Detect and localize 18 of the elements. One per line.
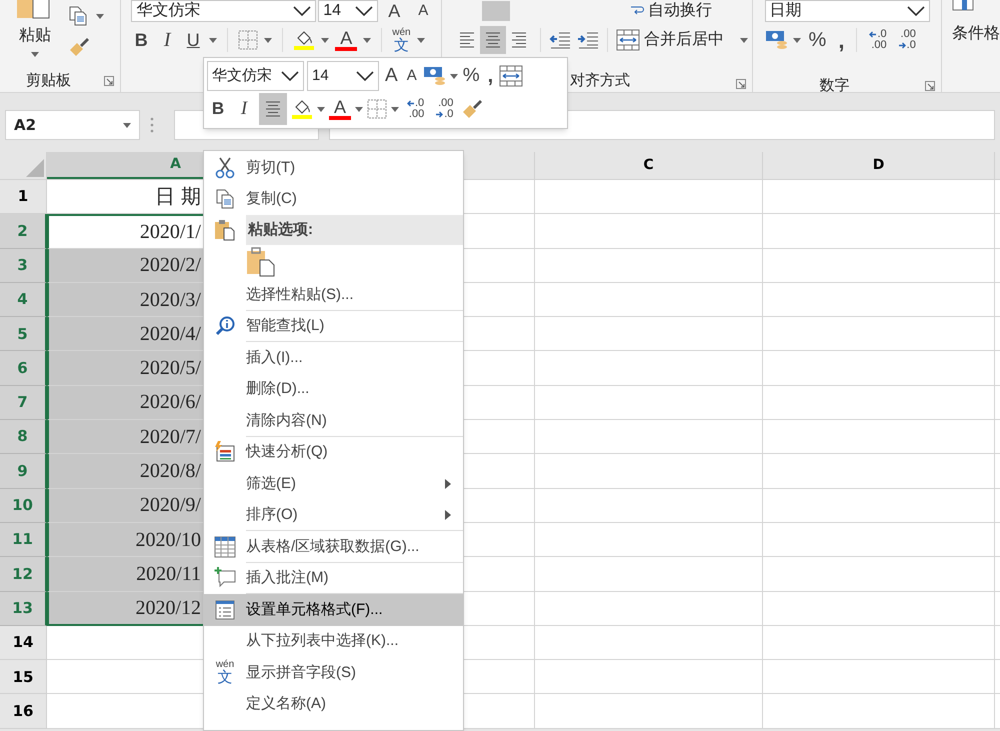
table-cell-text: 2020/7/	[138, 424, 201, 450]
table-cell-text: 2020/3/	[138, 288, 201, 313]
table-cell-text: 2020/11	[135, 562, 201, 587]
table-cell-text: 2020/6/	[138, 390, 201, 416]
phonetic-icon: wén 文	[216, 660, 234, 686]
group-label: 剪贴板	[26, 70, 71, 90]
table-cell-text: 日期	[155, 184, 207, 210]
group-label: 对齐方式	[570, 71, 630, 91]
menu-header: 粘贴选项:	[246, 215, 463, 245]
table-cell-text: 2020/12	[134, 596, 201, 621]
table-cell-text: 2020/5/	[138, 356, 201, 382]
table-cell-text: 2020/4/	[138, 322, 201, 347]
group-label: 数字	[820, 76, 850, 92]
table-cell-text: 2020/10	[134, 528, 201, 553]
table-cell-text: 2020/9/	[138, 493, 201, 518]
table-cell-text: 2020/8/	[138, 459, 201, 484]
table-cell-text: 2020/1/	[138, 220, 201, 245]
table-cell-text: 2020/2/	[138, 253, 201, 278]
